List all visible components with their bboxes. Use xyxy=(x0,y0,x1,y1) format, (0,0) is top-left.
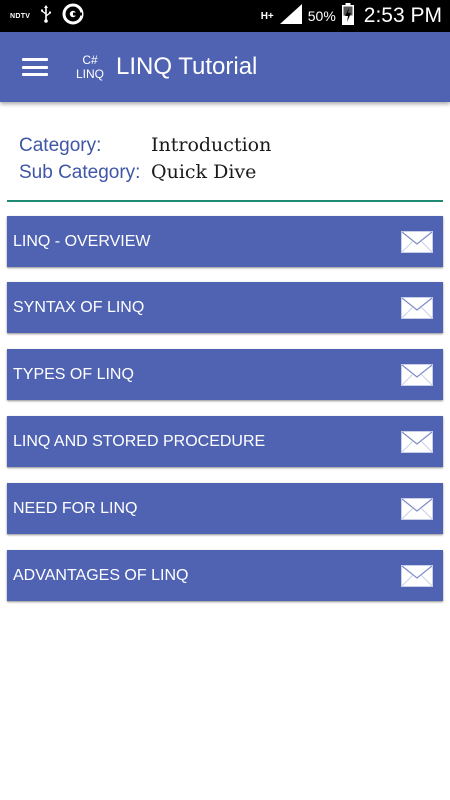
topic-item-need-for-linq[interactable]: NEED FOR LINQ xyxy=(7,483,443,534)
topic-label: SYNTAX OF LINQ xyxy=(13,298,145,316)
envelope-icon xyxy=(401,230,433,253)
topic-item-syntax-of-linq[interactable]: SYNTAX OF LINQ xyxy=(7,282,443,333)
menu-button[interactable] xyxy=(0,32,70,102)
clock: 2:53 PM xyxy=(363,4,442,27)
topic-list: LINQ - OVERVIEW SYNTAX OF LINQ TYPES OF … xyxy=(7,216,443,617)
app-title: LINQ Tutorial xyxy=(116,53,258,80)
app-bar: C# LINQ LINQ Tutorial xyxy=(0,32,450,102)
app-logo-top: C# xyxy=(82,53,98,67)
status-bar-left: NDTV xyxy=(10,3,84,30)
category-value: Introduction xyxy=(151,134,272,156)
topic-item-advantages-of-linq[interactable]: ADVANTAGES OF LINQ xyxy=(7,550,443,601)
usb-icon xyxy=(40,4,52,28)
subcategory-value: Quick Dive xyxy=(151,161,257,183)
envelope-icon xyxy=(401,363,433,386)
subcategory-label: Sub Category: xyxy=(19,162,141,183)
envelope-icon xyxy=(401,564,433,587)
envelope-icon xyxy=(401,497,433,520)
battery-percent: 50% xyxy=(307,8,336,24)
subcategory-row: Sub Category: Quick Dive xyxy=(19,161,271,188)
status-bar-right: H+ 50% 2:53 PM xyxy=(260,2,442,30)
topic-label: LINQ AND STORED PROCEDURE xyxy=(13,432,266,450)
category-info: Category: Introduction Sub Category: Qui… xyxy=(19,134,271,188)
app-logo: C# LINQ xyxy=(70,53,110,81)
topic-item-types-of-linq[interactable]: TYPES OF LINQ xyxy=(7,349,443,400)
topic-item-linq-overview[interactable]: LINQ - OVERVIEW xyxy=(7,216,443,267)
sync-app-icon xyxy=(62,3,84,30)
battery-charging-icon xyxy=(341,2,354,30)
topic-label: ADVANTAGES OF LINQ xyxy=(13,566,189,584)
network-type-label: H+ xyxy=(260,10,274,22)
envelope-icon xyxy=(401,296,433,319)
app-logo-bottom: LINQ xyxy=(75,67,104,81)
signal-strength-icon xyxy=(279,3,302,29)
status-bar: NDTV H+ 50% 2:53 PM xyxy=(0,0,450,32)
envelope-icon xyxy=(401,430,433,453)
topic-item-linq-and-stored-procedure[interactable]: LINQ AND STORED PROCEDURE xyxy=(7,416,443,467)
ndtv-notification-icon: NDTV xyxy=(10,12,31,20)
topic-label: LINQ - OVERVIEW xyxy=(13,232,151,250)
category-row: Category: Introduction xyxy=(19,134,271,161)
category-label: Category: xyxy=(19,135,102,156)
topic-label: NEED FOR LINQ xyxy=(13,499,138,517)
hamburger-menu-icon xyxy=(22,58,48,76)
section-divider xyxy=(7,200,443,202)
topic-label: TYPES OF LINQ xyxy=(13,365,134,383)
